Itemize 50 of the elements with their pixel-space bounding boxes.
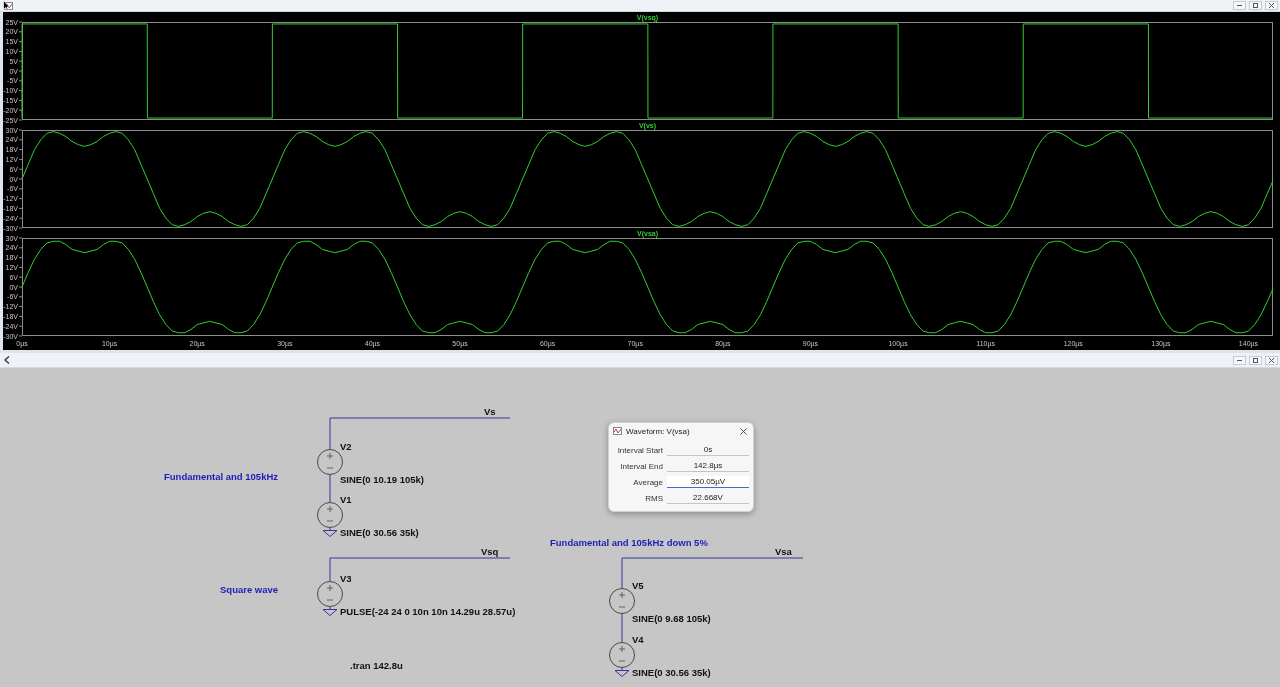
minimize-button[interactable] bbox=[1233, 355, 1246, 365]
source-value: SINE(0 30.56 35k) bbox=[340, 527, 419, 538]
value-field[interactable]: 142.8µs bbox=[667, 460, 749, 472]
field-label: Interval Start bbox=[617, 444, 663, 456]
maximize-button[interactable] bbox=[1249, 1, 1262, 10]
value-field[interactable]: 0s bbox=[667, 444, 749, 456]
voltage-source-icon bbox=[609, 588, 635, 614]
close-icon bbox=[1269, 357, 1274, 363]
value-field[interactable]: 350.05µV bbox=[667, 476, 749, 488]
ground-icon bbox=[614, 667, 630, 677]
app-icon bbox=[4, 356, 10, 364]
minimize-button[interactable] bbox=[1233, 1, 1246, 10]
spice-directive: .tran 142.8u bbox=[350, 660, 403, 671]
voltage-source-icon bbox=[609, 642, 635, 668]
ground-icon bbox=[322, 527, 338, 537]
voltage-source-icon bbox=[317, 449, 343, 475]
wire bbox=[621, 613, 623, 643]
close-icon bbox=[739, 427, 747, 435]
minimize-icon bbox=[1237, 359, 1242, 361]
maximize-icon bbox=[1253, 357, 1258, 363]
maximize-button[interactable] bbox=[1249, 355, 1262, 365]
value-field[interactable]: 22.668V bbox=[667, 492, 749, 504]
source-value: SINE(0 10.19 105k) bbox=[340, 474, 424, 485]
minimize-icon bbox=[1237, 5, 1242, 6]
source-name: V4 bbox=[632, 634, 644, 645]
comment-text: Fundamental and 105kHz down 5% bbox=[550, 537, 708, 548]
net-label: Vsq bbox=[481, 546, 499, 557]
source-name: V2 bbox=[340, 441, 352, 452]
field-label: RMS bbox=[645, 492, 663, 504]
field-label: Interval End bbox=[620, 460, 663, 472]
source-name: V1 bbox=[340, 494, 352, 505]
ground-icon bbox=[322, 606, 338, 616]
voltage-source-icon bbox=[317, 502, 343, 528]
close-button[interactable] bbox=[738, 426, 748, 436]
wire bbox=[329, 474, 331, 503]
source-name: V3 bbox=[340, 573, 352, 584]
app-icon bbox=[613, 427, 622, 435]
comment-text: Square wave bbox=[220, 584, 279, 595]
field-label: Average bbox=[633, 476, 663, 488]
source-value: SINE(0 30.56 35k) bbox=[632, 667, 711, 678]
source-value: PULSE(-24 24 0 10n 10n 14.29u 28.57u) bbox=[340, 606, 516, 617]
net-label: Vsa bbox=[775, 546, 792, 557]
voltage-source-icon bbox=[317, 581, 343, 607]
source-name: V5 bbox=[632, 580, 644, 591]
dialog-title: Waveform: V(vsa) bbox=[626, 426, 690, 436]
close-icon bbox=[1269, 3, 1274, 8]
net-label: Vs bbox=[484, 406, 496, 417]
maximize-icon bbox=[1253, 3, 1258, 8]
source-value: SINE(0 9.68 105k) bbox=[632, 613, 711, 624]
comment-text: Fundamental and 105kHz bbox=[164, 471, 279, 482]
